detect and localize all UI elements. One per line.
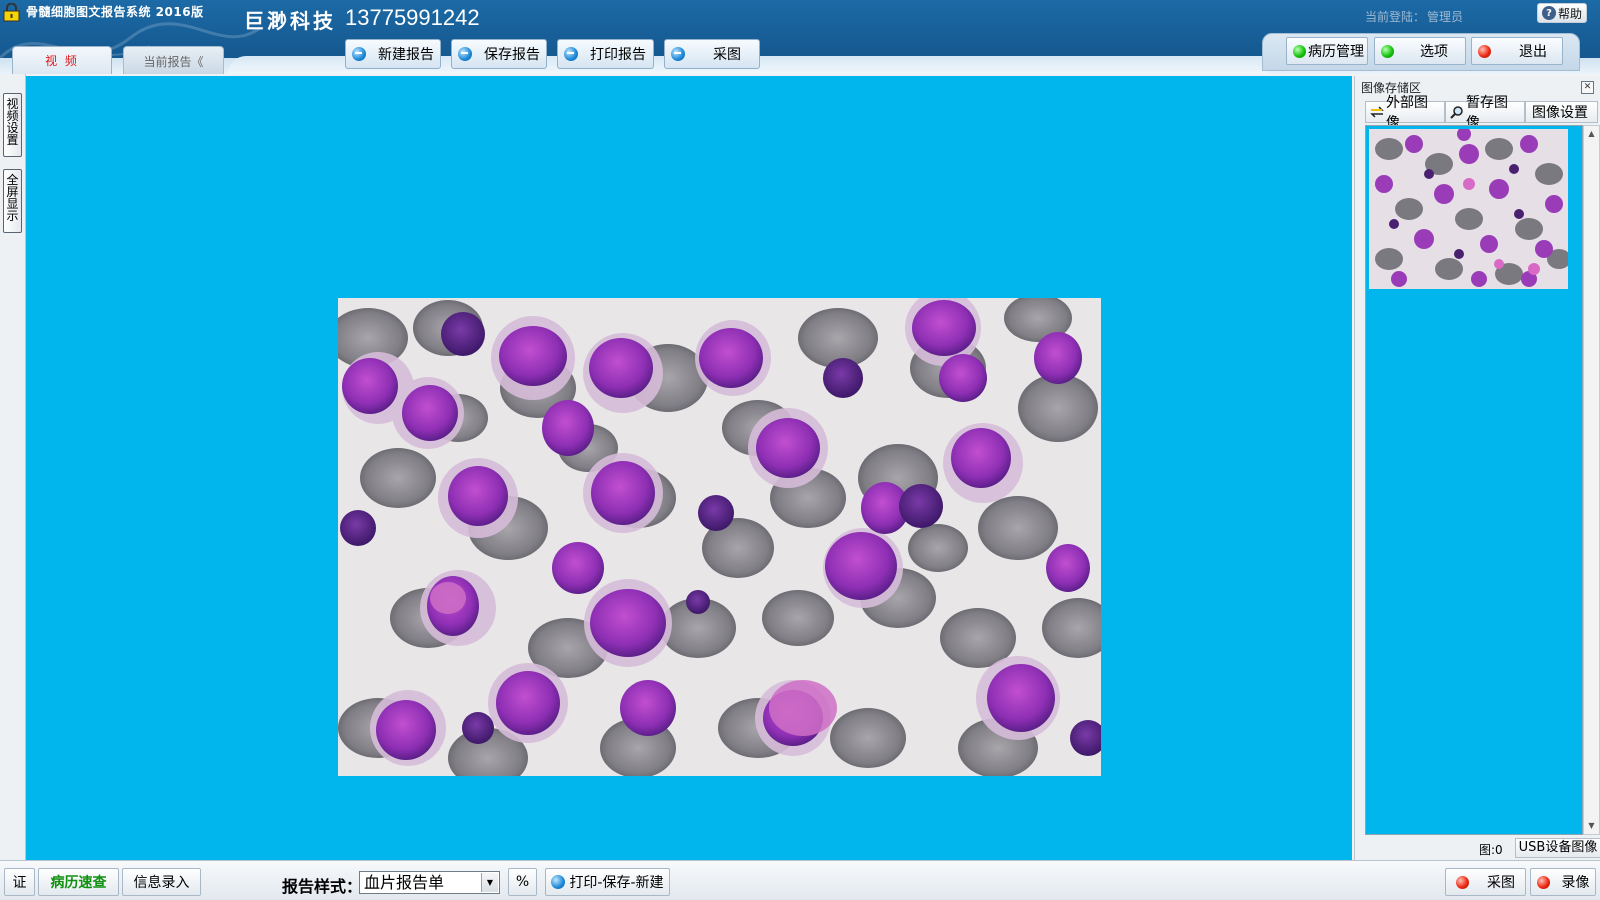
scroll-down-icon[interactable]: ▼ xyxy=(1584,818,1599,834)
thumbnail-scrollbar[interactable]: ▲ ▼ xyxy=(1583,125,1600,835)
scroll-up-icon[interactable]: ▲ xyxy=(1584,126,1599,142)
green-led-icon xyxy=(1381,44,1394,58)
print-save-new-button[interactable]: 打印-保存-新建 xyxy=(545,868,670,896)
cert-button[interactable]: 证 xyxy=(4,868,35,896)
save-report-button[interactable]: 保存报告 xyxy=(451,39,547,69)
video-display-area[interactable] xyxy=(26,76,1352,860)
blue-arrow-circle-icon xyxy=(671,47,685,61)
company-name: 巨渺科技 xyxy=(244,9,336,33)
exit-label: 退出 xyxy=(1519,44,1547,60)
print-report-button[interactable]: 打印报告 xyxy=(557,39,654,69)
blue-arrow-circle-icon xyxy=(551,875,566,889)
microscope-image xyxy=(338,298,1101,776)
bottom-toolbar: 证 病历速查 信息录入 报告样式： 血片报告单 ▼ % 打印-保存-新建 采图 … xyxy=(0,860,1600,900)
new-report-button[interactable]: 新建报告 xyxy=(345,39,441,69)
tab-settings-label: 图像设置 xyxy=(1532,105,1588,121)
image-storage-panel: 图像存储区 ✕ 外部图像 暂存图像 图像设置 ▲ ▼ 图:0 USB设备图像 xyxy=(1354,76,1600,860)
record-button[interactable]: 录像 xyxy=(1530,868,1596,896)
record-label: 录像 xyxy=(1561,875,1590,891)
fullscreen-char: 示 xyxy=(6,209,19,223)
quick-records-button[interactable]: 病历速查 xyxy=(38,868,119,896)
question-icon: ? xyxy=(1541,6,1556,20)
login-prefix: 当前登陆： xyxy=(1365,10,1426,24)
exchange-arrows-icon xyxy=(1370,106,1384,118)
report-style-label: 报告样式： xyxy=(282,877,363,896)
phone-number: 13775991242 xyxy=(345,5,480,30)
thumbnail-image[interactable] xyxy=(1369,129,1568,289)
capture-label: 采图 xyxy=(713,47,741,63)
capture-bottom-button[interactable]: 采图 xyxy=(1445,868,1526,896)
app-title: 骨髓细胞图文报告系统 2016版 xyxy=(26,5,204,19)
records-button[interactable]: 病历管理 xyxy=(1286,37,1368,65)
blue-arrow-circle-icon xyxy=(458,47,472,61)
chevron-down-icon[interactable]: ▼ xyxy=(481,873,498,892)
login-status: 当前登陆： 管理员 xyxy=(1363,8,1463,25)
options-button[interactable]: 选项 xyxy=(1374,37,1466,65)
records-label: 病历管理 xyxy=(1308,44,1364,60)
capture-bottom-label: 采图 xyxy=(1487,875,1515,891)
new-report-label: 新建报告 xyxy=(378,47,434,63)
info-entry-button[interactable]: 信息录入 xyxy=(122,868,201,896)
lock-icon xyxy=(3,3,20,22)
print-save-new-label: 打印-保存-新建 xyxy=(569,875,664,891)
help-label: 帮助 xyxy=(1557,6,1582,21)
tab-image-settings[interactable]: 图像设置 xyxy=(1525,101,1598,123)
report-style-value: 血片报告单 xyxy=(364,873,445,892)
tab-temp-images[interactable]: 暂存图像 xyxy=(1445,95,1525,131)
video-settings-char: 置 xyxy=(6,133,19,147)
exit-button[interactable]: 退出 xyxy=(1471,37,1563,65)
close-icon[interactable]: ✕ xyxy=(1581,81,1594,94)
red-led-icon xyxy=(1478,44,1491,58)
tab-current-report[interactable]: 当前报告《 xyxy=(123,46,224,74)
usb-device-images-button[interactable]: USB设备图像 xyxy=(1515,838,1600,858)
print-report-label: 打印报告 xyxy=(590,47,646,63)
help-button[interactable]: ? 帮助 xyxy=(1537,3,1587,23)
login-user: 管理员 xyxy=(1427,10,1464,24)
tab-video[interactable]: 视 频 xyxy=(12,46,112,74)
save-report-label: 保存报告 xyxy=(484,47,540,63)
thumbnail-list[interactable] xyxy=(1365,125,1583,835)
options-label: 选项 xyxy=(1420,44,1448,60)
red-led-icon xyxy=(1456,875,1469,889)
report-style-select[interactable]: 血片报告单 ▼ xyxy=(359,871,500,894)
fullscreen-tab[interactable]: 全 屏 显 示 xyxy=(3,169,22,233)
capture-button[interactable]: 采图 xyxy=(664,39,760,69)
left-sidebar: 视 频 设 置 全 屏 显 示 xyxy=(0,74,26,860)
video-settings-tab[interactable]: 视 频 设 置 xyxy=(3,93,22,157)
tab-external-images[interactable]: 外部图像 xyxy=(1365,95,1445,131)
magnifier-icon xyxy=(1450,106,1463,119)
blue-arrow-circle-icon xyxy=(352,47,366,61)
percent-button[interactable]: % xyxy=(508,868,537,896)
green-led-icon xyxy=(1293,44,1306,58)
red-led-icon xyxy=(1536,875,1550,889)
image-panel-tabs: 外部图像 暂存图像 图像设置 xyxy=(1365,95,1600,131)
image-count: 图:0 xyxy=(1479,843,1503,857)
blue-arrow-circle-icon xyxy=(564,47,578,61)
